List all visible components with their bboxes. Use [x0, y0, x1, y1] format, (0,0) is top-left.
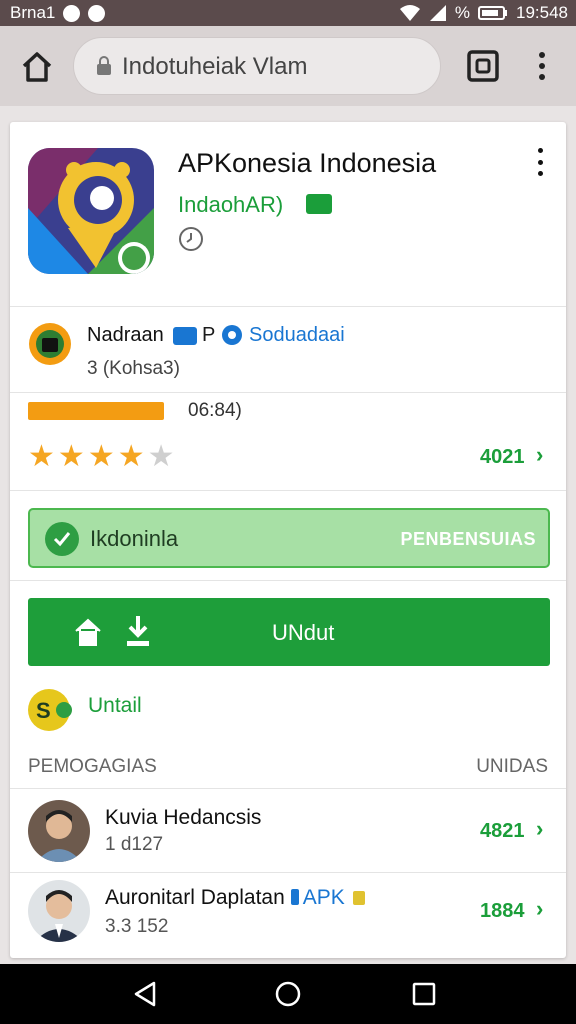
svg-text:S: S: [36, 698, 51, 723]
publisher-badge-letter: P: [202, 324, 216, 346]
star-icon: ★: [57, 440, 85, 473]
app-title: APKonesia Indonesia: [178, 148, 437, 178]
review-count: 4821: [480, 820, 525, 842]
app-listing-card: APKonesia Indonesia IndaohAR) Nadraan P …: [10, 122, 566, 958]
battery-icon: [478, 6, 507, 20]
rating-meta: 06:84): [188, 400, 242, 421]
tabs-icon[interactable]: [467, 50, 499, 82]
signal-icon: [429, 5, 446, 21]
rating-label-bar: [28, 402, 164, 420]
untail-icon: S: [28, 689, 72, 731]
divider: [10, 788, 566, 789]
untail-label[interactable]: Untail: [88, 694, 142, 718]
download-icon: [127, 616, 149, 646]
chevron-right-icon[interactable]: ›: [536, 896, 543, 922]
divider: [10, 306, 566, 307]
tag-icon: [290, 889, 299, 905]
star-half-icon: ★: [117, 440, 145, 473]
star-empty-icon: ★: [147, 440, 175, 473]
app-more-icon[interactable]: [534, 148, 546, 176]
review-count: 1884: [480, 900, 525, 922]
banner-action[interactable]: PENBENSUIAS: [400, 529, 536, 550]
install-button[interactable]: UNdut: [28, 598, 550, 666]
publisher-name: Nadraan: [87, 324, 164, 346]
avatar[interactable]: [28, 880, 90, 942]
home-icon[interactable]: [20, 50, 54, 84]
notification-icon: [63, 4, 81, 22]
shield-check-icon: [45, 522, 79, 556]
url-text[interactable]: Indotuheiak Vlam: [122, 53, 307, 81]
publisher-subtitle: 3 (Kohsa3): [87, 358, 180, 379]
lock-icon: [352, 891, 365, 905]
divider: [10, 490, 566, 491]
review-author: Auronitarl Daplatan APK: [105, 886, 365, 910]
divider: [10, 392, 566, 393]
recent-apps-icon[interactable]: [412, 982, 436, 1006]
apk-label: APK: [302, 886, 345, 909]
star-icon: ★: [28, 440, 55, 473]
developer-name[interactable]: IndaohAR): [178, 192, 283, 218]
app-icon[interactable]: [28, 148, 154, 274]
notification-icon-2: [88, 4, 106, 22]
review-meta: 1 d127: [105, 834, 164, 855]
avatar[interactable]: [28, 800, 90, 862]
review-author: Kuvia Hedancsis: [105, 806, 262, 829]
chevron-right-icon[interactable]: ›: [536, 442, 543, 468]
status-bar: Brna1 % 19:548: [0, 0, 576, 26]
review-meta: 3.3 152: [105, 916, 169, 937]
address-bar[interactable]: Indotuheiak Vlam: [73, 37, 441, 95]
banner-label: Ikdoninla: [90, 526, 179, 551]
carrier-label: Brna1: [10, 3, 56, 22]
section-action[interactable]: UNIDAS: [476, 756, 548, 778]
clock-time: 19:548: [516, 3, 568, 22]
browser-toolbar: Indotuheiak Vlam: [0, 26, 576, 106]
lock-icon: [97, 56, 111, 75]
divider: [10, 872, 566, 873]
publisher-icon: [29, 323, 71, 365]
wifi-icon: [399, 5, 420, 21]
section-title: PEMOGAGIAS: [28, 756, 157, 777]
publisher-badge-icon: [173, 327, 197, 345]
protection-banner[interactable]: Ikdoninla PENBENSUIAS: [28, 508, 550, 568]
divider: [10, 580, 566, 581]
back-icon[interactable]: [132, 980, 160, 1008]
verified-badge: [306, 194, 332, 214]
publisher-link[interactable]: Soduadaai: [249, 324, 345, 347]
clock-icon: [179, 227, 203, 251]
star-icon: ★: [87, 440, 115, 473]
home-icon: [75, 618, 101, 646]
overflow-menu-icon[interactable]: [532, 48, 552, 84]
home-circle-icon[interactable]: [274, 980, 302, 1008]
rating-count: 4021: [480, 446, 525, 468]
install-label: UNdut: [272, 620, 335, 645]
system-navigation-bar: [0, 964, 576, 1024]
star-rating: ★ ★ ★ ★ ★: [28, 442, 175, 472]
battery-percent: %: [454, 3, 470, 22]
link-icon: [222, 325, 242, 345]
chevron-right-icon[interactable]: ›: [536, 816, 543, 842]
